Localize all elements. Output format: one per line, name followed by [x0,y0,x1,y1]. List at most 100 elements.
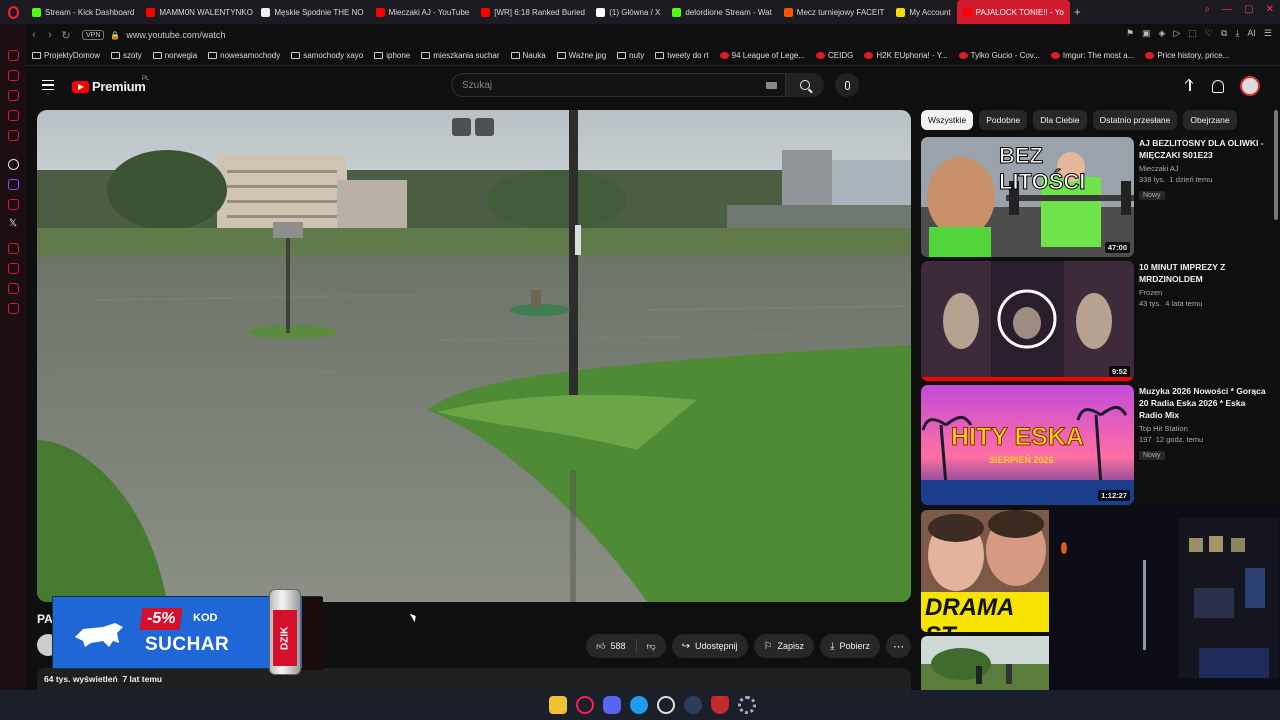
browser-tab[interactable]: [WR] 6:18 Ranked Buried [475,0,590,24]
bookmark-item[interactable]: nuty [617,51,644,60]
download-icon[interactable]: ⤓ [1235,28,1239,39]
recommendation-title[interactable]: 10 MINUT IMPREZY Z MRDZINOLDEM [1139,261,1267,285]
download-button[interactable]: ⤓ Pobierz [820,634,880,658]
arrow-icon[interactable] [7,263,19,274]
bookmark-item[interactable]: iphone [374,51,410,60]
menu-icon[interactable]: ☰ [1264,28,1272,39]
recommendation-title[interactable]: AJ BEZLITOSNY DLA OLIWKI - MIĘCZAKI S01E… [1139,137,1267,161]
filter-chip[interactable]: Wszystkie [921,110,974,130]
browser-tab[interactable]: Męskie Spodnie THE NO [255,0,369,24]
skip-next-icon[interactable] [475,118,494,136]
recommendation-item[interactable]: HITY ESKA SIERPIEŃ 2026 1:12:27 Muzyka 2… [921,385,1271,505]
history-icon[interactable] [7,70,19,81]
maximize-button[interactable]: ▢ [1244,4,1253,15]
back-button[interactable]: ‹ [26,29,42,41]
video-player[interactable] [37,110,911,602]
browser-tab[interactable]: Stream - Kick Dashboard [26,0,140,24]
browser-tab[interactable]: (1) Główna / X [590,0,666,24]
play-icon[interactable]: ▷ [1173,28,1180,39]
recommendation-item[interactable]: 9:52 10 MINUT IMPREZY Z MRDZINOLDEM Froz… [921,261,1271,381]
bookmarks-sidebar-icon[interactable] [7,110,19,121]
recommendation-channel[interactable]: Frozen [1139,288,1267,297]
upload-icon[interactable] [1184,79,1196,93]
bookmark-icon[interactable]: ⚑ [1126,28,1134,39]
new-tab-button[interactable]: + [1074,5,1081,19]
shield-icon[interactable]: ◈ [1159,28,1166,39]
recommendation-channel[interactable]: Mieczaki AJ [1139,164,1267,173]
sidebar-scrollbar[interactable] [1274,110,1278,220]
filter-chip[interactable]: Podobne [979,110,1028,130]
vpn-badge[interactable]: VPN [82,30,105,40]
lock-icon[interactable]: 🔒 [110,31,120,40]
account-avatar[interactable] [1240,76,1260,96]
bookmark-item[interactable]: H2K EUphoria! - Y... [864,51,948,60]
bookmark-item[interactable]: tweety do rt [655,51,709,60]
snapshot-icon[interactable]: ▣ [1142,28,1151,39]
recommendation-thumbnail[interactable]: HITY ESKA SIERPIEŃ 2026 1:12:27 [921,385,1134,505]
recommendation-title[interactable]: Muzyka 2026 Nowości * Gorąca 20 Radia Es… [1139,385,1267,421]
more-actions-button[interactable]: ⋯ [886,634,911,658]
save-button[interactable]: ⚐ Zapisz [753,634,815,658]
youtube-sidebar-icon[interactable] [7,50,19,61]
share-button[interactable]: ↪ Udostępnij [671,634,748,658]
easy-files-icon[interactable]: ⧉ [1221,28,1227,39]
player-icon[interactable] [7,130,19,141]
shield-app-icon[interactable] [711,696,729,714]
bookmark-item[interactable]: Imgur: The most a... [1050,51,1134,60]
filter-chip[interactable]: Dla Ciebie [1033,110,1087,130]
bookmark-item[interactable]: mieszkania suchar [421,51,500,60]
windows-start-icon[interactable] [524,697,540,713]
discord-icon[interactable] [603,696,621,714]
dislike-button[interactable]: 👎︎ [637,641,666,652]
browser-tab[interactable]: delordione Stream - Wat [666,0,777,24]
x-icon[interactable]: 𝕏 [9,218,17,229]
voice-search-button[interactable] [835,73,859,97]
browser-tab[interactable]: MAMM0N WALENTYNKO [140,0,255,24]
bookmark-item[interactable]: Nauka [510,51,546,60]
whatsapp-icon[interactable] [7,159,19,170]
browser-tab[interactable]: Mieczaki AJ - YouTube [370,0,476,24]
steam-icon[interactable] [684,696,702,714]
clock-icon[interactable] [7,243,19,254]
bookmark-item[interactable]: CEIDG [816,51,853,60]
ai-extension[interactable]: AI [1247,28,1256,39]
miniplayer-icon[interactable] [452,118,471,136]
bookmark-item[interactable]: Price history, price... [1145,51,1229,60]
reload-icon[interactable]: ↻ [58,29,74,42]
hamburger-menu-icon[interactable] [42,80,54,90]
youtube-premium-logo[interactable]: Premium PL [72,76,149,94]
extensions-icon[interactable]: ⬚ [1188,28,1197,39]
bookmark-item[interactable]: szoty [111,51,142,60]
recommendation-channel[interactable]: Top Hit Station [1139,424,1267,433]
settings-gear-icon[interactable] [738,696,756,714]
opera-logo[interactable] [0,0,26,24]
heart-icon[interactable]: ♡ [1205,28,1213,39]
messenger-icon[interactable] [7,283,19,294]
keyboard-icon[interactable] [766,82,777,89]
bookmark-item[interactable]: ProjektyDomow [32,51,100,60]
percent-icon[interactable] [7,199,19,210]
recommendation-thumbnail[interactable]: DRAMA ST [921,510,1049,632]
bookmark-item[interactable]: norwegia [152,51,197,60]
recommendation-thumbnail[interactable]: BEZ LITOŚCI 47:00 [921,137,1134,257]
minimize-button[interactable]: — [1222,4,1232,15]
wallet-icon[interactable] [7,90,19,101]
browser-tab[interactable]: My Account [890,0,956,24]
notifications-bell-icon[interactable] [1212,79,1224,93]
filter-chip[interactable]: Obejrzane [1183,110,1237,130]
opera-gx-icon[interactable] [576,696,594,714]
bookmark-item[interactable]: Tylko Gucio - Cov... [958,51,1040,60]
file-explorer-icon[interactable] [549,696,567,714]
recommendation-thumbnail[interactable]: 9:52 [921,261,1134,381]
browser-tab[interactable]: PAJALOCK TONIE!! - Yo [956,0,1070,24]
settings-icon[interactable] [7,303,19,314]
browser-tab[interactable]: Mecz turniejowy FACEIT [778,0,891,24]
filter-chip[interactable]: Ostatnio przesłane [1092,110,1178,130]
bookmark-item[interactable]: 94 League of Lege... [719,51,805,60]
search-tabs-icon[interactable]: ⌕ [1205,4,1211,15]
search-input[interactable]: Szukaj [451,73,786,97]
forward-button[interactable]: › [42,29,58,41]
url-field[interactable]: www.youtube.com/watch [126,30,225,40]
chrome-icon[interactable] [657,696,675,714]
like-button[interactable]: 👍︎ 588 [586,639,637,653]
